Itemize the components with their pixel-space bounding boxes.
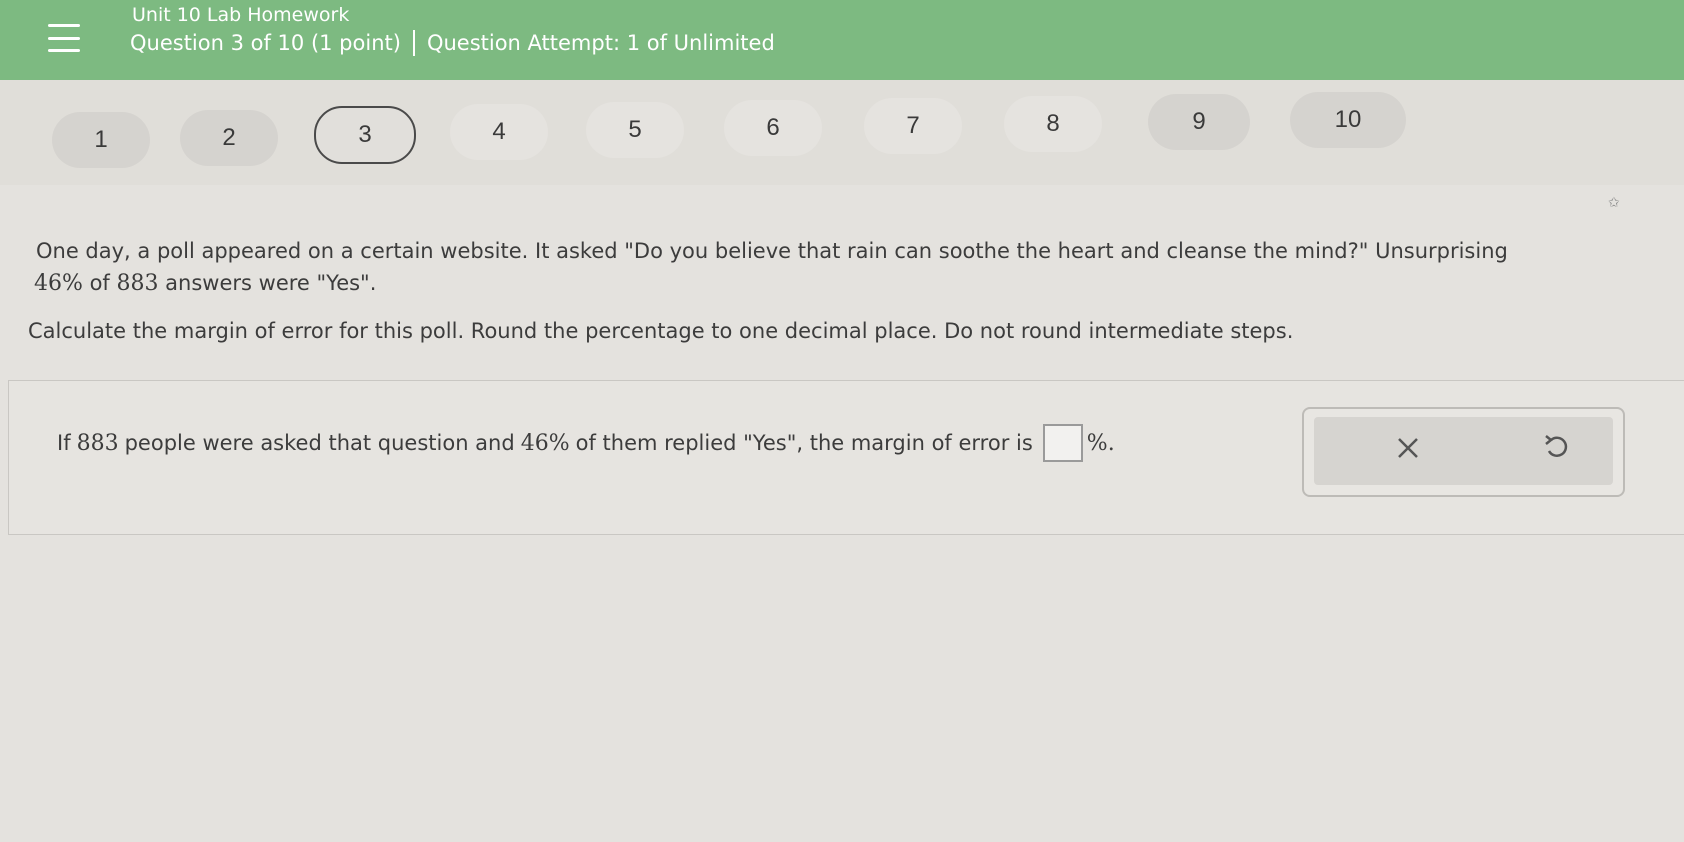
- bookmark-icon[interactable]: ✩: [1608, 195, 1620, 211]
- sample-size: 883: [116, 271, 159, 296]
- menu-icon[interactable]: [48, 24, 80, 52]
- question-3-button[interactable]: 3: [314, 106, 416, 164]
- attempt-info: Question Attempt: 1 of Unlimited: [426, 31, 775, 55]
- assignment-title: Unit 10 Lab Homework: [132, 4, 350, 26]
- question-4-button[interactable]: 4: [450, 104, 548, 160]
- question-2-button[interactable]: 2: [180, 110, 278, 166]
- undo-icon: [1542, 433, 1570, 469]
- undo-button[interactable]: [1536, 431, 1576, 471]
- answer-suffix: of them replied "Yes", the margin of err…: [575, 431, 1033, 455]
- question-text-line2: 46% of 883 answers were "Yes".: [34, 268, 376, 299]
- header-bar: Unit 10 Lab Homework Question 3 of 10 (1…: [0, 0, 1684, 80]
- close-icon: [1395, 434, 1421, 469]
- question-1-button[interactable]: 1: [52, 112, 150, 168]
- answer-prefix: If: [57, 431, 71, 455]
- question-6-button[interactable]: 6: [724, 100, 822, 156]
- question-info: Question 3 of 10 (1 point) Question Atte…: [130, 30, 775, 56]
- tools-panel: [1314, 417, 1613, 485]
- percent-value: 46%: [34, 271, 83, 296]
- question-5-button[interactable]: 5: [586, 102, 684, 158]
- text-of: of: [82, 271, 117, 295]
- answer-sample-size: 883: [76, 430, 119, 456]
- question-nav: 1 2 3 4 5 6 7 8 9 10: [0, 80, 1684, 185]
- question-8-button[interactable]: 8: [1004, 96, 1102, 152]
- divider: [412, 30, 415, 56]
- question-9-button[interactable]: 9: [1148, 94, 1250, 150]
- answer-statement: If 883 people were asked that question a…: [57, 424, 1115, 462]
- question-7-button[interactable]: 7: [864, 98, 962, 154]
- answer-unit: %.: [1086, 430, 1115, 456]
- clear-button[interactable]: [1388, 431, 1428, 471]
- answer-mid: people were asked that question and: [124, 431, 515, 455]
- question-instruction: Calculate the margin of error for this p…: [28, 319, 1294, 343]
- question-content: ✩ One day, a poll appeared on a certain …: [0, 185, 1684, 842]
- margin-of-error-input[interactable]: [1042, 424, 1083, 462]
- question-text-line1: One day, a poll appeared on a certain we…: [36, 239, 1508, 263]
- answer-percent: 46%: [520, 430, 570, 456]
- question-10-button[interactable]: 10: [1290, 92, 1406, 148]
- question-count: Question 3 of 10 (1 point): [130, 31, 401, 55]
- text-answers: answers were "Yes".: [158, 271, 377, 295]
- answer-tools: [1302, 407, 1625, 497]
